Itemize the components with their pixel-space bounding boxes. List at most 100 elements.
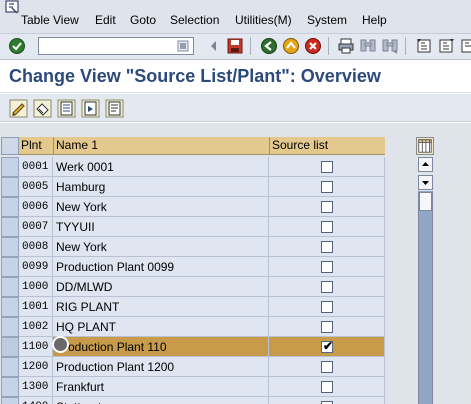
- plant-cell[interactable]: 0001: [19, 157, 53, 177]
- table-row[interactable]: 1300 Frankfurt: [1, 377, 385, 397]
- display-change-icon[interactable]: [33, 99, 52, 118]
- name-cell[interactable]: Production Plant 0099: [53, 257, 269, 277]
- table-row[interactable]: 1400Stuttgart: [1, 397, 385, 404]
- row-selector[interactable]: [1, 237, 19, 257]
- scrollbar-thumb[interactable]: [419, 192, 432, 211]
- menu-edit[interactable]: Edit: [95, 13, 116, 27]
- menu-goto[interactable]: Goto: [130, 13, 156, 27]
- source-list-checkbox[interactable]: [321, 281, 333, 293]
- table-row[interactable]: 0099 Production Plant 0099: [1, 257, 385, 277]
- row-selector[interactable]: [1, 297, 19, 317]
- scroll-up-button[interactable]: [418, 157, 433, 172]
- enter-check-icon[interactable]: [8, 37, 26, 55]
- source-list-checkbox[interactable]: [321, 161, 333, 173]
- row-selector[interactable]: [1, 357, 19, 377]
- name-cell[interactable]: Production Plant 1200: [53, 357, 269, 377]
- plant-cell[interactable]: 0007: [19, 217, 53, 237]
- command-history-icon[interactable]: [177, 40, 189, 52]
- copy-as-icon[interactable]: [81, 99, 100, 118]
- name-cell[interactable]: TYYUII: [53, 217, 269, 237]
- plant-cell[interactable]: 0006: [19, 197, 53, 217]
- name-cell[interactable]: New York: [53, 197, 269, 217]
- edit-pencil-icon[interactable]: [9, 99, 28, 118]
- source-list-checkbox[interactable]: [321, 301, 333, 313]
- plant-cell[interactable]: 1300: [19, 377, 53, 397]
- source-list-checkbox[interactable]: [321, 261, 333, 273]
- source-list-checkbox[interactable]: [321, 201, 333, 213]
- command-field[interactable]: [38, 37, 194, 55]
- row-selector[interactable]: [1, 177, 19, 197]
- previous-page-icon[interactable]: [437, 37, 455, 55]
- delete-icon[interactable]: [105, 99, 124, 118]
- table-row[interactable]: 0008 New York: [1, 237, 385, 257]
- row-selector[interactable]: [1, 277, 19, 297]
- next-page-icon[interactable]: [459, 37, 471, 55]
- find-next-icon[interactable]: [381, 37, 399, 55]
- table-row[interactable]: 1001 RIG PLANT: [1, 297, 385, 317]
- name-cell[interactable]: HQ PLANT: [53, 317, 269, 337]
- source-list-checkbox[interactable]: [321, 181, 333, 193]
- plant-cell[interactable]: 0099: [19, 257, 53, 277]
- table-row[interactable]: 1200 Production Plant 1200: [1, 357, 385, 377]
- system-menu-icon[interactable]: [4, 0, 22, 14]
- row-selector[interactable]: [1, 157, 19, 177]
- table-row[interactable]: 1002 HQ PLANT: [1, 317, 385, 337]
- source-list-checkbox[interactable]: [321, 321, 333, 333]
- new-entries-icon[interactable]: [57, 99, 76, 118]
- source-list-checkbox[interactable]: [321, 221, 333, 233]
- row-selector[interactable]: [1, 257, 19, 277]
- first-page-icon[interactable]: [415, 37, 433, 55]
- plant-cell[interactable]: 1001: [19, 297, 53, 317]
- back-icon[interactable]: [260, 37, 278, 55]
- menu-help[interactable]: Help: [362, 13, 387, 27]
- source-list-checkbox[interactable]: ✔: [321, 339, 333, 353]
- table-row[interactable]: 0006 New York: [1, 197, 385, 217]
- menu-utilities[interactable]: Utilities(M): [235, 13, 292, 27]
- exit-icon[interactable]: [282, 37, 300, 55]
- cancel-icon[interactable]: [304, 37, 322, 55]
- menu-system[interactable]: System: [307, 13, 347, 27]
- table-row[interactable]: 1000 DD/MLWD: [1, 277, 385, 297]
- plant-cell[interactable]: 1200: [19, 357, 53, 377]
- name-cell[interactable]: RIG PLANT: [53, 297, 269, 317]
- table-row[interactable]: 0005 Hamburg: [1, 177, 385, 197]
- table-settings-icon[interactable]: [416, 137, 434, 155]
- name-cell[interactable]: Hamburg: [53, 177, 269, 197]
- print-icon[interactable]: [337, 37, 355, 55]
- name-cell[interactable]: New York: [53, 237, 269, 257]
- column-header-name[interactable]: Name 1: [53, 137, 269, 155]
- table-row[interactable]: 0001 Werk 0001: [1, 157, 385, 177]
- find-icon[interactable]: [359, 37, 377, 55]
- source-list-checkbox[interactable]: [321, 381, 333, 393]
- name-cell[interactable]: DD/MLWD: [53, 277, 269, 297]
- source-list-cell: [269, 397, 385, 404]
- scroll-down-button[interactable]: [418, 175, 433, 190]
- source-list-checkbox[interactable]: [321, 241, 333, 253]
- save-icon[interactable]: [226, 37, 244, 55]
- name-cell[interactable]: Frankfurt: [53, 377, 269, 397]
- table-row[interactable]: 0007 TYYUII: [1, 217, 385, 237]
- command-field-toggle-icon[interactable]: [205, 37, 223, 55]
- name-cell[interactable]: Stuttgart: [53, 397, 269, 404]
- column-header-plnt[interactable]: Plnt: [19, 137, 53, 155]
- scrollbar-track[interactable]: [418, 191, 433, 404]
- row-selector[interactable]: [1, 217, 19, 237]
- name-cell[interactable]: Production Plant 110: [53, 337, 269, 357]
- row-selector[interactable]: [1, 337, 19, 357]
- plant-cell[interactable]: 1400: [19, 397, 53, 404]
- row-selector[interactable]: [1, 197, 19, 217]
- row-selector[interactable]: [1, 397, 19, 404]
- plant-cell[interactable]: 0008: [19, 237, 53, 257]
- menu-selection[interactable]: Selection: [170, 13, 219, 27]
- plant-cell[interactable]: 1000: [19, 277, 53, 297]
- plant-cell[interactable]: 0005: [19, 177, 53, 197]
- source-list-checkbox[interactable]: [321, 361, 333, 373]
- name-cell[interactable]: Werk 0001: [53, 157, 269, 177]
- plant-cell[interactable]: 1100: [19, 337, 53, 357]
- plant-cell[interactable]: 1002: [19, 317, 53, 337]
- row-selector[interactable]: [1, 377, 19, 397]
- select-all-button[interactable]: [1, 137, 19, 155]
- menu-table-view[interactable]: Table View: [21, 13, 79, 27]
- row-selector[interactable]: [1, 317, 19, 337]
- column-header-source-list[interactable]: Source list: [269, 137, 385, 155]
